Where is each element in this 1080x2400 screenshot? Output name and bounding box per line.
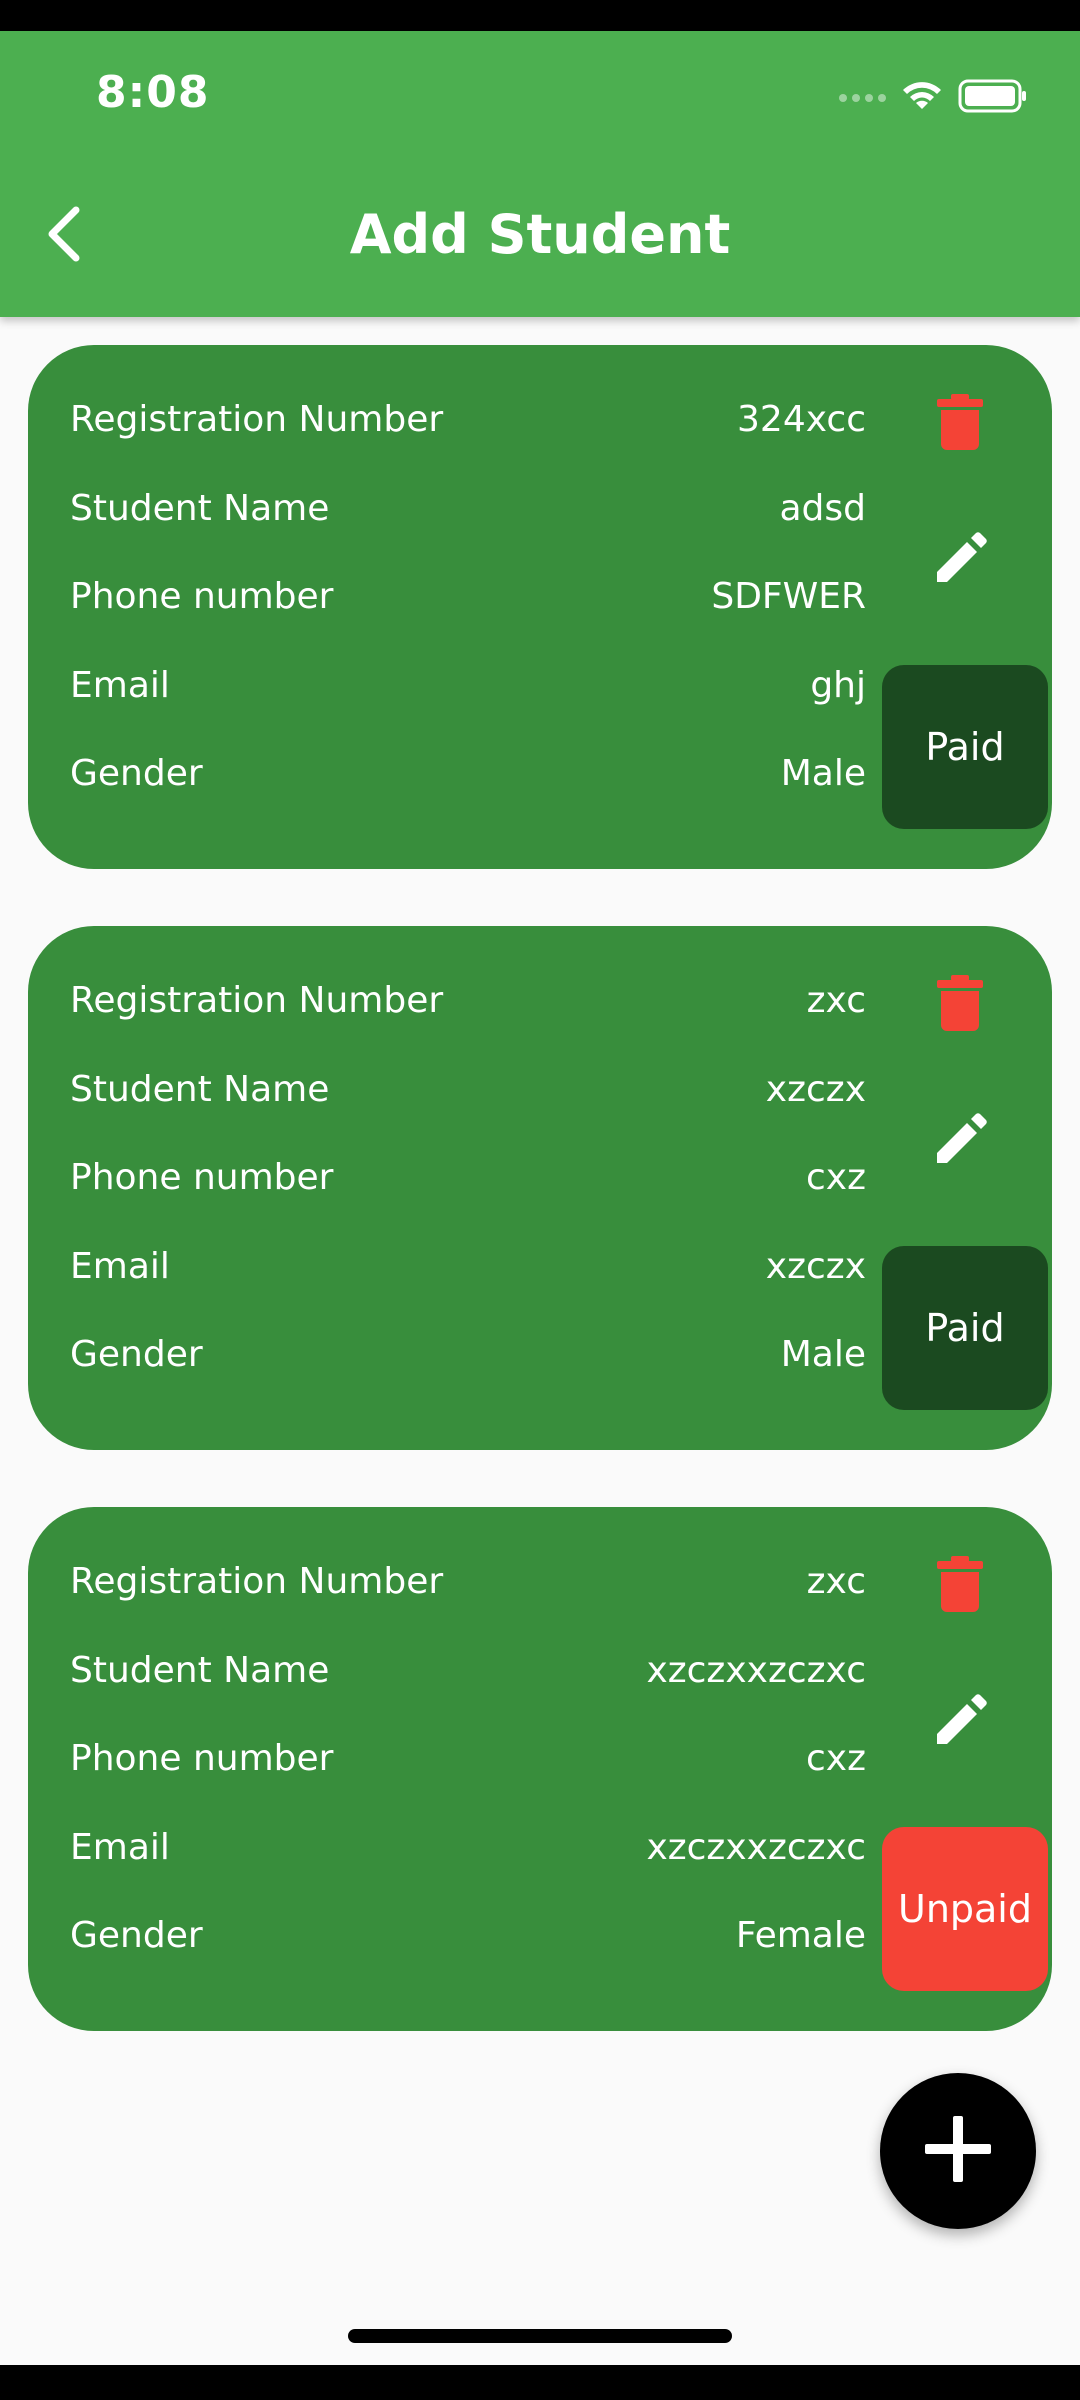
registration-label: Registration Number (70, 398, 444, 440)
email-label: Email (70, 1245, 170, 1287)
student-card: Registration Number 324xcc Student Name … (28, 345, 1052, 869)
name-value: adsd (779, 487, 866, 529)
gender-label: Gender (70, 752, 203, 794)
registration-label: Registration Number (70, 979, 444, 1021)
email-row: Email xzczx (70, 1236, 866, 1296)
phone-value: cxz (806, 1737, 866, 1779)
payment-status-button[interactable]: Paid (882, 665, 1048, 829)
name-value: xzczxxzczxc (646, 1649, 866, 1691)
pencil-icon (935, 1111, 989, 1169)
edit-button[interactable] (930, 527, 994, 591)
student-card: Registration Number zxc Student Name xzc… (28, 926, 1052, 1450)
name-label: Student Name (70, 1068, 330, 1110)
name-value: xzczx (765, 1068, 866, 1110)
phone-value: SDFWER (711, 575, 866, 617)
registration-row: Registration Number zxc (70, 970, 866, 1030)
gender-label: Gender (70, 1914, 203, 1956)
phone-value: cxz (806, 1156, 866, 1198)
trash-icon (937, 394, 983, 454)
add-student-fab[interactable] (880, 2073, 1036, 2229)
home-indicator[interactable] (348, 2329, 732, 2343)
registration-row: Registration Number zxc (70, 1551, 866, 1611)
email-row: Email ghj (70, 655, 866, 715)
name-row: Student Name adsd (70, 478, 866, 538)
pencil-icon (935, 1692, 989, 1750)
email-value: ghj (810, 664, 866, 706)
email-value: xzczxxzczxc (646, 1826, 866, 1868)
signal-icon (839, 94, 886, 102)
status-icons (839, 79, 1028, 117)
email-value: xzczx (765, 1245, 866, 1287)
name-row: Student Name xzczxxzczxc (70, 1640, 866, 1700)
gender-row: Gender Male (70, 743, 866, 803)
app-screen: 8:08 Add Student Registration Number 324… (0, 31, 1080, 2365)
payment-status-button[interactable]: Paid (882, 1246, 1048, 1410)
email-row: Email xzczxxzczxc (70, 1817, 866, 1877)
registration-value: zxc (806, 979, 866, 1021)
pencil-icon (935, 530, 989, 588)
gender-value: Female (735, 1914, 866, 1956)
gender-row: Gender Female (70, 1905, 866, 1965)
name-label: Student Name (70, 1649, 330, 1691)
status-time: 8:08 (96, 67, 210, 118)
gender-value: Male (780, 752, 866, 794)
registration-label: Registration Number (70, 1560, 444, 1602)
wifi-icon (900, 79, 944, 117)
plus-icon (923, 2114, 993, 2188)
registration-value: 324xcc (737, 398, 866, 440)
student-card: Registration Number zxc Student Name xzc… (28, 1507, 1052, 2031)
app-bar: 8:08 Add Student (0, 31, 1080, 317)
gender-label: Gender (70, 1333, 203, 1375)
registration-value: zxc (806, 1560, 866, 1602)
delete-button[interactable] (928, 970, 992, 1040)
phone-label: Phone number (70, 1737, 334, 1779)
delete-button[interactable] (928, 389, 992, 459)
edit-button[interactable] (930, 1108, 994, 1172)
phone-label: Phone number (70, 575, 334, 617)
phone-label: Phone number (70, 1156, 334, 1198)
phone-row: Phone number cxz (70, 1147, 866, 1207)
name-label: Student Name (70, 487, 330, 529)
edit-button[interactable] (930, 1689, 994, 1753)
battery-icon (958, 79, 1028, 117)
registration-row: Registration Number 324xcc (70, 389, 866, 449)
email-label: Email (70, 1826, 170, 1868)
trash-icon (937, 975, 983, 1035)
payment-status-button[interactable]: Unpaid (882, 1827, 1048, 1991)
gender-row: Gender Male (70, 1324, 866, 1384)
email-label: Email (70, 664, 170, 706)
gender-value: Male (780, 1333, 866, 1375)
phone-row: Phone number cxz (70, 1728, 866, 1788)
page-title: Add Student (349, 203, 731, 266)
trash-icon (937, 1556, 983, 1616)
name-row: Student Name xzczx (70, 1059, 866, 1119)
delete-button[interactable] (928, 1551, 992, 1621)
phone-row: Phone number SDFWER (70, 566, 866, 626)
